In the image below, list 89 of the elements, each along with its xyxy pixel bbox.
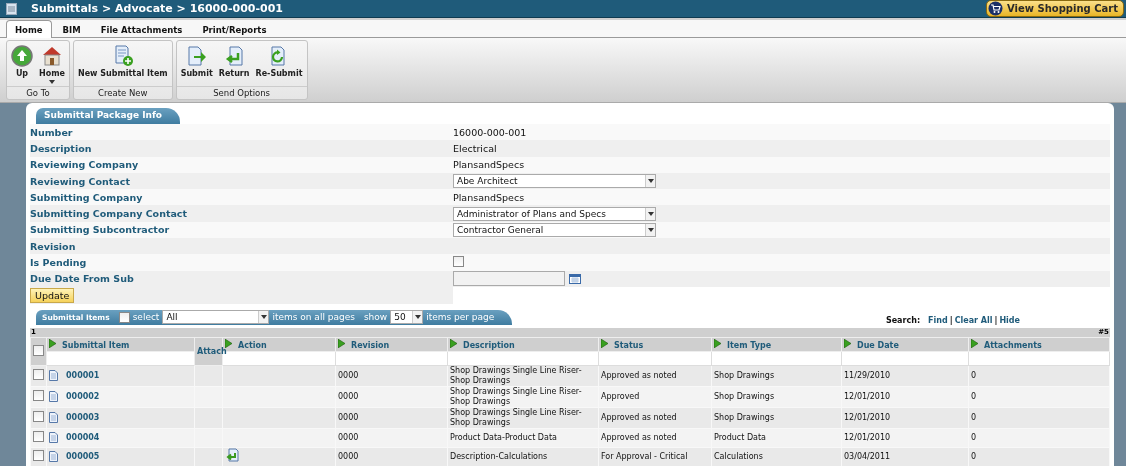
group-label: Send Options — [176, 86, 307, 99]
item-link[interactable]: 000001 — [66, 370, 100, 381]
dropdown[interactable]: Contractor General — [453, 222, 656, 237]
ribbon-button[interactable]: Home — [37, 43, 67, 86]
field-label: Is Pending — [30, 257, 88, 268]
checkbox[interactable] — [453, 256, 464, 267]
dropdown[interactable]: 50 — [390, 310, 424, 325]
window-icon — [6, 2, 17, 15]
ribbon-button[interactable]: Submit — [178, 43, 215, 86]
column-header[interactable]: Item Type — [711, 337, 842, 352]
field-label: Due Date From Sub — [30, 273, 135, 285]
search-link[interactable]: Find — [928, 315, 948, 325]
column-header[interactable]: Due Date — [841, 337, 969, 352]
checkbox[interactable] — [33, 449, 44, 461]
window-title: Submittals > Advocate > 16000-000-001 — [31, 2, 284, 15]
field-label: Submitting Company Contact — [30, 208, 189, 220]
sort-arrow-icon[interactable] — [601, 338, 608, 348]
item-link[interactable]: 000004 — [66, 432, 100, 443]
ribbon-tab[interactable]: Home — [6, 20, 52, 38]
document-icon[interactable] — [49, 391, 58, 403]
field-value: Electrical — [453, 142, 497, 154]
caret-icon — [260, 315, 267, 320]
sort-arrow-icon[interactable] — [338, 338, 345, 348]
field-label: Description — [30, 142, 93, 154]
date-field[interactable] — [453, 271, 565, 287]
field-label: Revision — [30, 240, 77, 252]
sort-arrow-icon[interactable] — [49, 338, 56, 348]
document-icon[interactable] — [49, 451, 58, 463]
item-link[interactable]: 000002 — [66, 391, 100, 402]
field-label: Reviewing Company — [30, 159, 140, 171]
field-value: PlansandSpecs — [453, 191, 525, 203]
caret-icon — [414, 315, 421, 320]
field-label: Submitting Company — [30, 191, 144, 203]
sort-arrow-icon[interactable] — [450, 338, 457, 348]
caret-icon — [647, 211, 654, 216]
update-button[interactable]: Update — [30, 287, 75, 303]
scope-label: items on all pages — [272, 312, 355, 323]
column-header[interactable]: Attachments — [968, 337, 1110, 352]
search-link[interactable]: Clear All — [954, 315, 993, 325]
group-label: Go To — [7, 86, 69, 99]
checkbox[interactable] — [33, 389, 44, 401]
checkbox[interactable] — [33, 344, 44, 356]
field-label: Number — [30, 126, 74, 138]
field-value: PlansandSpecs — [453, 159, 525, 171]
column-header[interactable]: Submittal Item — [46, 337, 195, 352]
checkbox[interactable] — [118, 311, 130, 323]
caret-icon — [647, 179, 654, 184]
document-icon[interactable] — [49, 412, 58, 424]
sort-arrow-icon[interactable] — [971, 338, 978, 348]
dropdown[interactable]: All — [162, 310, 270, 325]
group-label: Create New — [73, 86, 172, 99]
field-label: Submitting Subcontractor — [30, 224, 171, 236]
document-return-icon[interactable] — [225, 448, 239, 463]
ribbon-button[interactable]: Re-Submit — [253, 43, 305, 86]
column-header[interactable]: Description — [447, 337, 599, 352]
item-link[interactable]: 000005 — [66, 451, 100, 462]
ribbon-button[interactable]: Up — [9, 43, 35, 86]
document-icon[interactable] — [49, 370, 58, 382]
separator: | — [949, 315, 953, 325]
checkbox[interactable] — [33, 430, 44, 442]
sort-arrow-icon[interactable] — [844, 338, 851, 348]
shopping-cart-icon — [988, 1, 1003, 16]
document-arrow-icon — [185, 45, 208, 67]
item-link[interactable]: 000003 — [66, 412, 100, 423]
dropdown[interactable]: Administrator of Plans and Specs — [453, 206, 656, 221]
field-label: Reviewing Contact — [30, 175, 131, 187]
ribbon-button[interactable]: Return — [216, 43, 252, 86]
column-header[interactable]: Status — [598, 337, 712, 352]
search-link[interactable]: Hide — [999, 315, 1020, 325]
checkbox[interactable] — [33, 410, 44, 422]
per-page-label: items per page — [426, 312, 495, 323]
column-header[interactable]: Revision — [335, 337, 448, 352]
document-icon[interactable] — [49, 432, 58, 444]
ribbon-tab[interactable]: BIM — [53, 20, 90, 38]
ribbon-tab[interactable]: File Attachments — [91, 20, 192, 38]
checkbox[interactable] — [33, 368, 44, 380]
show-label: show — [363, 312, 388, 323]
sort-arrow-icon[interactable] — [714, 338, 721, 348]
select-label: select — [132, 312, 160, 323]
separator: | — [994, 315, 998, 325]
calendar-icon[interactable] — [569, 273, 581, 284]
ribbon-tab[interactable]: Print/Reports — [193, 20, 276, 38]
search-label: Search: — [885, 315, 921, 325]
ribbon-button[interactable]: New Submittal Item — [75, 43, 170, 86]
caret-icon — [647, 227, 654, 232]
field-value: 16000-000-001 — [453, 126, 527, 138]
dropdown[interactable]: Abe Architect — [453, 174, 656, 189]
sort-arrow-icon[interactable] — [225, 338, 232, 348]
view-cart-button[interactable]: View Shopping Cart — [986, 0, 1124, 17]
